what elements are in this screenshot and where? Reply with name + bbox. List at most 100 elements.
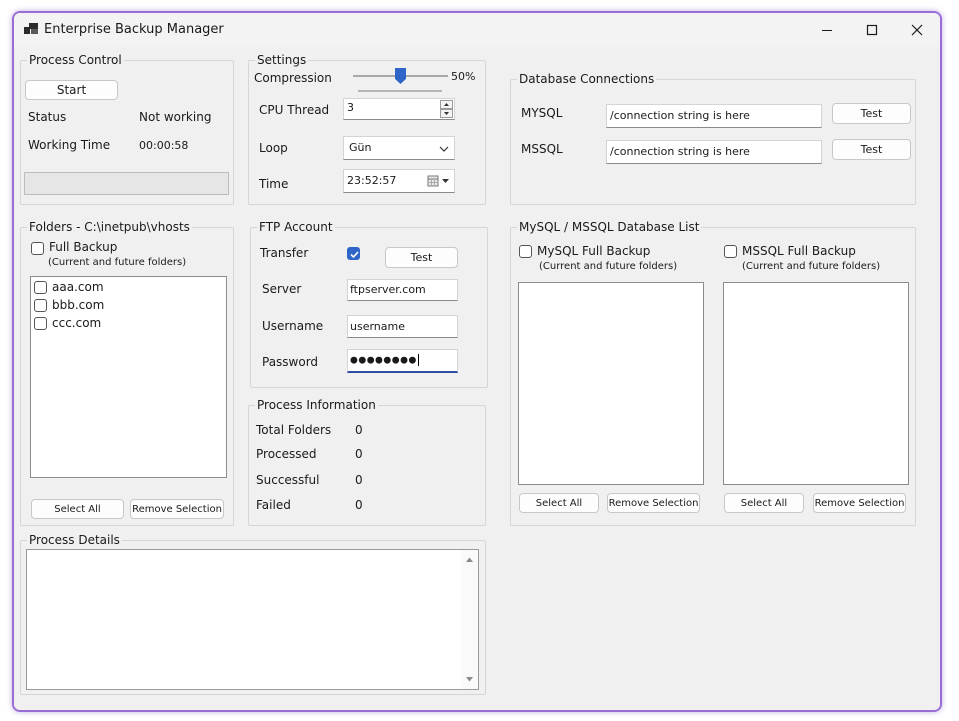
mysql-full-backup-label: MySQL Full Backup (537, 244, 651, 258)
maximize-button[interactable] (849, 13, 895, 47)
total-folders-label: Total Folders (256, 423, 332, 437)
checkmark-icon (350, 251, 359, 259)
compression-slider-thumb[interactable] (395, 68, 406, 84)
caret-down-icon (444, 112, 449, 115)
mysql-remove-selection-button[interactable]: Remove Selection (607, 493, 700, 513)
processed-label: Processed (256, 447, 317, 461)
mysql-select-all-button[interactable]: Select All (519, 493, 599, 513)
transfer-checkbox[interactable] (347, 247, 360, 260)
folders-select-all-button[interactable]: Select All (31, 499, 124, 519)
working-time-value: 00:00:58 (139, 139, 189, 152)
full-backup-hint: (Current and future folders) (48, 257, 187, 268)
mssql-connection-input[interactable]: /connection string is here (606, 140, 822, 164)
scroll-up-arrow-icon[interactable] (461, 554, 478, 566)
close-button[interactable] (894, 13, 940, 47)
mysql-test-button[interactable]: Test (832, 103, 911, 124)
folder-checkbox[interactable] (34, 299, 47, 312)
full-backup-checkbox[interactable] (31, 242, 44, 255)
list-item[interactable]: ccc.com (34, 315, 184, 333)
mssql-select-all-button[interactable]: Select All (724, 493, 804, 513)
time-value: 23:52:57 (347, 174, 397, 187)
mysql-full-backup-checkbox[interactable] (519, 245, 532, 258)
username-input[interactable]: username (347, 315, 458, 338)
failed-value: 0 (355, 498, 363, 512)
password-label: Password (262, 355, 319, 369)
folders-list[interactable]: aaa.com bbb.com ccc.com (30, 276, 227, 478)
mssql-full-backup-label: MSSQL Full Backup (742, 244, 856, 258)
password-input[interactable]: ●●●●●●●● (347, 349, 458, 373)
folder-label: aaa.com (52, 280, 104, 294)
start-button[interactable]: Start (25, 80, 118, 100)
process-details-textarea[interactable] (26, 549, 479, 690)
transfer-label: Transfer (260, 246, 309, 260)
total-folders-value: 0 (355, 423, 363, 437)
app-icon (24, 23, 38, 35)
mssql-test-button[interactable]: Test (832, 139, 911, 160)
settings-group: Settings Compression 50% CPU Thread 3 Lo… (248, 52, 486, 205)
app-window: Enterprise Backup Manager Process Contro… (12, 11, 942, 712)
username-label: Username (262, 319, 324, 333)
database-list-title: MySQL / MSSQL Database List (517, 219, 702, 235)
mssql-database-list[interactable] (723, 282, 909, 485)
status-label: Status (28, 110, 67, 124)
working-time-label: Working Time (28, 138, 111, 152)
time-picker[interactable]: 23:52:57 (343, 169, 455, 193)
process-details-title: Process Details (27, 532, 122, 548)
mysql-full-backup-hint: (Current and future folders) (539, 261, 678, 272)
server-input[interactable]: ftpserver.com (347, 279, 458, 301)
mysql-connection-input[interactable]: /connection string is here (606, 104, 822, 128)
mssql-remove-selection-button[interactable]: Remove Selection (813, 493, 906, 513)
folders-title: Folders - C:\inetpub\vhosts (27, 219, 192, 235)
database-connections-title: Database Connections (517, 71, 657, 87)
folder-label: bbb.com (52, 298, 105, 312)
stepper-up-button[interactable] (440, 100, 453, 109)
compression-slider-baseline (358, 90, 442, 92)
mysql-label: MYSQL (521, 106, 563, 120)
folder-label: ccc.com (52, 316, 102, 330)
minimize-icon (822, 30, 832, 31)
folders-group: Folders - C:\inetpub\vhosts Full Backup … (20, 219, 234, 526)
process-details-group: Process Details (20, 532, 486, 695)
calendar-icon (427, 175, 449, 187)
time-label: Time (259, 177, 289, 191)
cpu-thread-label: CPU Thread (259, 103, 330, 117)
ftp-account-group: FTP Account Transfer Test Server ftpserv… (250, 219, 488, 388)
process-control-group: Process Control Start Status Not working… (20, 52, 234, 205)
vertical-scrollbar[interactable] (461, 550, 478, 689)
scroll-down-arrow-icon[interactable] (461, 673, 478, 685)
folder-checkbox[interactable] (34, 281, 47, 294)
process-information-group: Process Information Total Folders 0 Proc… (248, 397, 486, 526)
compression-value: 50% (451, 70, 476, 83)
loop-select[interactable]: Gün (343, 136, 455, 160)
folder-checkbox[interactable] (34, 317, 47, 330)
list-item[interactable]: bbb.com (34, 297, 184, 315)
full-backup-label: Full Backup (49, 240, 118, 254)
caret-up-icon (444, 103, 449, 106)
password-value: ●●●●●●●● (350, 355, 417, 366)
ftp-test-button[interactable]: Test (385, 247, 458, 268)
mysql-database-list[interactable] (518, 282, 704, 485)
list-item[interactable]: aaa.com (34, 279, 184, 297)
minimize-button[interactable] (804, 13, 850, 47)
process-information-title: Process Information (255, 397, 378, 413)
text-cursor (417, 354, 419, 366)
mssql-connection-value: /connection string is here (610, 145, 750, 158)
cpu-thread-stepper[interactable]: 3 (343, 98, 455, 120)
folders-remove-selection-button[interactable]: Remove Selection (130, 499, 224, 519)
main-content: Process Control Start Status Not working… (14, 47, 940, 710)
processed-value: 0 (355, 447, 363, 461)
failed-label: Failed (256, 498, 291, 512)
database-list-group: MySQL / MSSQL Database List MySQL Full B… (510, 219, 916, 526)
ftp-account-title: FTP Account (257, 219, 335, 235)
stepper-down-button[interactable] (440, 109, 453, 118)
mssql-label: MSSQL (521, 142, 563, 156)
settings-title: Settings (255, 52, 309, 68)
server-value: ftpserver.com (350, 283, 426, 296)
maximize-icon (866, 24, 878, 36)
mysql-connection-value: /connection string is here (610, 109, 750, 122)
successful-value: 0 (355, 473, 363, 487)
loop-value: Gün (349, 141, 372, 154)
mssql-full-backup-checkbox[interactable] (724, 245, 737, 258)
successful-label: Successful (256, 473, 320, 487)
mssql-full-backup-hint: (Current and future folders) (742, 261, 881, 272)
